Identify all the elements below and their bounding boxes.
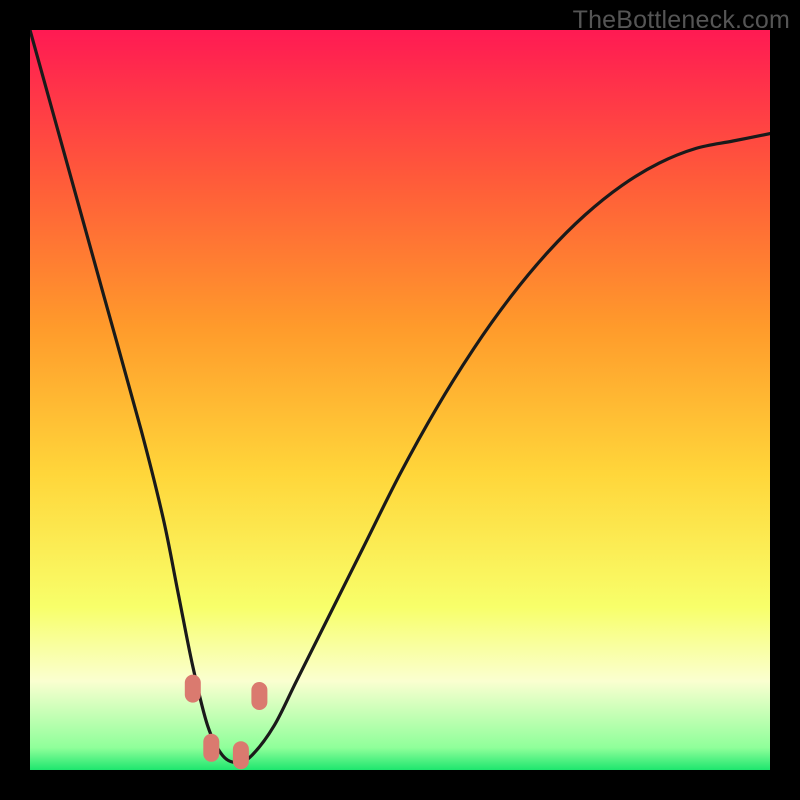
curve-markers [185, 675, 268, 770]
v-curve [30, 30, 770, 763]
plot-area [30, 30, 770, 770]
chart-frame: TheBottleneck.com [0, 0, 800, 800]
curve-marker [233, 741, 249, 769]
curve-marker [185, 675, 201, 703]
curve-marker [251, 682, 267, 710]
curve-layer [30, 30, 770, 770]
curve-marker [203, 734, 219, 762]
